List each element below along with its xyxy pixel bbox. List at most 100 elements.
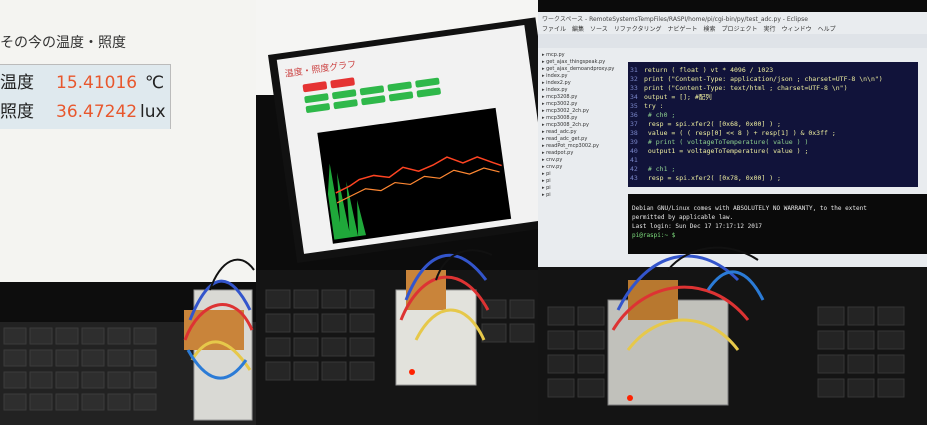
graph-page [302,77,512,244]
file-tree-item[interactable]: ▸ cnv.py [542,164,624,171]
code-text: # print ( voltageToTemperature( value ) … [644,138,809,146]
code-line: 40 output1 = voltageToTemperature( value… [630,147,883,156]
file-tree-item[interactable]: ▸ mcp.py [542,52,624,59]
code-line: 38 value = ( ( resp[0] << 8 ) + resp[1] … [630,129,883,138]
file-tree-item[interactable]: ▸ mcp3208.py [542,94,624,101]
power-led [409,369,415,375]
line-number: 31 [630,66,638,74]
menu-item[interactable]: プロジェクト [722,26,758,33]
code-text: output1 = voltageToTemperature( value ) … [644,147,809,155]
file-tree-item[interactable]: ▸ readpot.py [542,150,624,157]
ide-menu-bar: ファイル 編集 ソース リファクタリング ナビゲート 検索 プロジェクト 実行 ウィンドウ ヘルプ [542,24,842,33]
temperature-label: 温度 [0,73,34,93]
line-number: 38 [630,129,638,137]
laptop-screen: その今の温度・照度 温度 15.41016 ℃ 照度 36.47242 lux [0,0,256,282]
line-number: 40 [630,147,638,155]
code-text: try : [644,102,664,110]
readout-box: 温度 15.41016 ℃ 照度 36.47242 lux [0,64,171,129]
power-led [627,395,633,401]
ide-title-bar: ワークスペース - RemoteSystemsTempFiles/RASPI/h… [542,16,808,23]
temperature-unit: ℃ [145,73,165,93]
menu-item[interactable]: 検索 [704,26,716,33]
file-tree-item[interactable]: ▸ read_adc_get.py [542,136,624,143]
file-tree-item[interactable]: ▸ mcp3008.py [542,115,624,122]
file-tree-item[interactable]: ▸ index2.py [542,80,624,87]
menu-item[interactable]: リファクタリング [614,26,662,33]
line-number: 41 [630,156,638,164]
photo-panel-graph: 温度・照度グラフ [256,0,538,425]
line-number: 43 [630,174,638,182]
menu-item[interactable]: 実行 [764,26,776,33]
code-text: value = ( ( resp[0] << 8 ) + resp[1] ) &… [644,129,836,137]
photo-panel-eclipse-ide: ワークスペース - RemoteSystemsTempFiles/RASPI/h… [538,0,927,425]
temperature-value: 15.41016 [56,73,138,93]
file-tree-item[interactable]: ▸ mcp3002.py [542,101,624,108]
file-tree-item[interactable]: ▸ mcp3008_2ch.py [542,122,624,129]
menu-item[interactable]: ソース [590,26,608,33]
file-tree-item[interactable]: ▸ pi [542,178,624,185]
code-editor[interactable]: 31 return ( float ) vt * 4096 / 1023 32 pri… [628,62,918,187]
terminal-line: Debian GNU/Linux comes with ABSOLUTELY N… [632,205,867,212]
code-text: resp = spi.xfer2( [0x68, 0x00] ) ; [644,120,781,128]
terminal-line: Last login: Sun Dec 17 17:17:12 2017 [632,223,763,230]
file-tree-item[interactable]: ▸ get_ajax_thingspeak.py [542,59,624,66]
line-number: 34 [630,93,638,101]
file-tree[interactable]: ▸ mcp.py ▸ get_ajax_thingspeak.py ▸ get_aj… [542,52,624,260]
menu-item[interactable]: ウィンドウ [782,26,812,33]
code-text: output = []; #配列 [644,93,712,101]
file-tree-item[interactable]: ▸ index.py [542,87,624,94]
file-tree-item[interactable]: ▸ get_ajax_demoandproxy.py [542,66,624,73]
menu-item[interactable]: ヘルプ [818,26,836,33]
menu-item[interactable]: ファイル [542,26,566,33]
terminal-line: permitted by applicable law. [632,214,734,221]
illuminance-label: 照度 [0,102,34,122]
illuminance-value: 36.47242 [56,102,138,122]
menu-item[interactable]: 編集 [572,26,584,33]
file-tree-item[interactable]: ▸ readPot_mcp3002.py [542,143,624,150]
monitor: 温度・照度グラフ [268,17,538,263]
file-tree-item[interactable]: ▸ pi [542,185,624,192]
ide-screen: ワークスペース - RemoteSystemsTempFiles/RASPI/h… [538,12,927,267]
code-line: 42 # ch1 ; [630,165,883,174]
line-number: 33 [630,84,638,92]
line-number: 36 [630,111,638,119]
code-text: # ch1 ; [644,165,676,173]
breadboard-circuit [395,249,493,386]
code-text: print ("Content-Type: application/json ;… [644,75,883,83]
code-text: resp = spi.xfer2( [0x78, 0x00] ) ; [644,174,781,182]
code-line: 35 try : [630,102,883,111]
breadboard-circuit [183,258,255,421]
code-line: 34 output = []; #配列 [630,93,883,102]
file-tree-item[interactable]: ▸ pi [542,192,624,199]
photo-panel-browser-readout: その今の温度・照度 温度 15.41016 ℃ 照度 36.47242 lux [0,0,256,425]
line-number: 35 [630,102,638,110]
terminal-line: pi@raspi:~ $ [632,232,676,239]
code-line: 31 return ( float ) vt * 4096 / 1023 [630,66,883,75]
menu-item[interactable]: ナビゲート [668,26,698,33]
file-tree-item[interactable]: ▸ cnv.py [542,157,624,164]
file-tree-item[interactable]: ▸ read_adc.py [542,129,624,136]
line-number: 42 [630,165,638,173]
line-number: 37 [630,120,638,128]
file-tree-item[interactable]: ▸ mcp3002_2ch.py [542,108,624,115]
breadboard-circuit [607,246,765,406]
monitor-screen: 温度・照度グラフ [276,25,538,254]
line-number: 32 [630,75,638,83]
code-text: # ch0 ; [644,111,676,119]
code-text: return ( float ) vt * 4096 / 1023 [644,66,774,74]
ide-toolbar [538,34,927,48]
code-line: 37 resp = spi.xfer2( [0x68, 0x00] ) ; [630,120,883,129]
code-line: 43 resp = spi.xfer2( [0x78, 0x00] ) ; [630,174,883,183]
button-row-1[interactable] [302,77,355,93]
code-line: 39 # print ( voltageToTemperature( value… [630,138,883,147]
code-line: 41 [630,156,883,165]
page-title: その今の温度・照度 [0,35,126,51]
file-tree-item[interactable]: ▸ pi [542,171,624,178]
code-line: 33 print ("Content-Type: text/html ; char… [630,84,883,93]
code-line: 36 # ch0 ; [630,111,883,120]
line-number: 39 [630,138,638,146]
file-tree-item[interactable]: ▸ index.py [542,73,624,80]
code-line: 32 print ("Content-Type: application/json… [630,75,883,84]
illuminance-unit: lux [140,102,166,122]
code-text: print ("Content-Type: text/html ; charse… [644,84,848,92]
